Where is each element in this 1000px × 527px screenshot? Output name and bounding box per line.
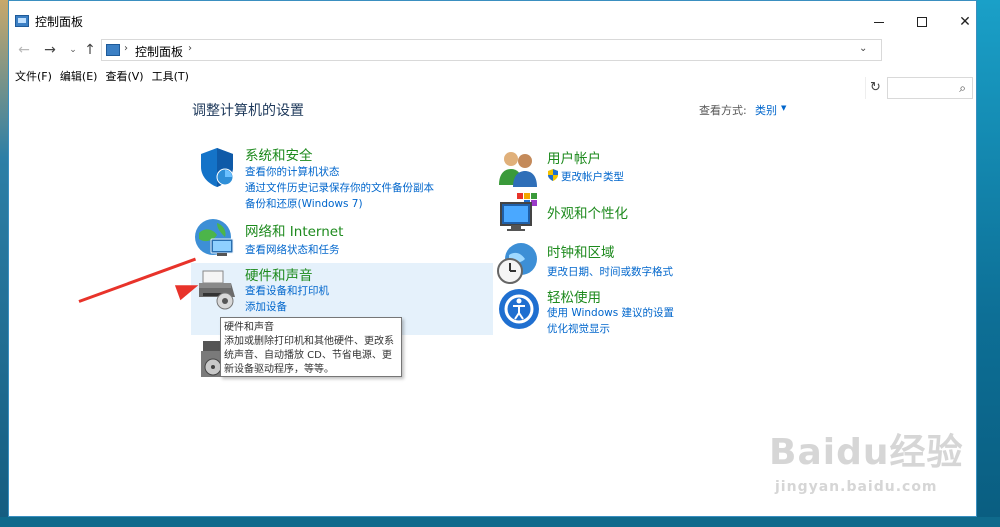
clock-globe-icon[interactable] xyxy=(495,241,539,285)
globe-network-icon[interactable] xyxy=(193,215,237,259)
link-optimize-visual-display[interactable]: 优化视觉显示 xyxy=(547,321,610,336)
up-button[interactable]: ↑ xyxy=(81,41,99,59)
address-path-field[interactable]: › 控制面板 › ⌄ xyxy=(101,39,882,61)
control-panel-path-icon xyxy=(106,44,120,56)
address-dropdown-icon[interactable]: ⌄ xyxy=(859,43,867,54)
monitor-icon[interactable] xyxy=(497,191,541,235)
menu-file[interactable]: 文件(F) xyxy=(9,65,52,85)
shield-icon[interactable] xyxy=(195,145,239,189)
baidu-watermark: Baidu经验 jingyan.baidu.com xyxy=(769,415,969,515)
link-change-date-time[interactable]: 更改日期、时间或数字格式 xyxy=(547,264,673,279)
category-network-internet[interactable]: 网络和 Internet xyxy=(245,220,343,240)
menu-tools[interactable]: 工具(T) xyxy=(146,65,189,85)
watermark-url: jingyan.baidu.com xyxy=(775,479,938,495)
menu-edit[interactable]: 编辑(E) xyxy=(54,65,98,85)
address-bar: ← → ⌄ ↑ › 控制面板 › ⌄ ↻ ⌕ xyxy=(9,39,976,99)
tooltip-title: 硬件和声音 xyxy=(224,322,274,333)
close-button[interactable]: ✕ xyxy=(945,9,985,35)
link-backup-restore[interactable]: 备份和还原(Windows 7) xyxy=(245,196,363,211)
desktop-bottom-strip xyxy=(0,517,1000,527)
category-ease-of-access[interactable]: 轻松使用 xyxy=(547,286,601,306)
menu-bar: 文件(F) 编辑(E) 查看(V) 工具(T) xyxy=(9,65,976,85)
uac-shield-icon xyxy=(548,169,558,181)
category-clock-region[interactable]: 时钟和区域 xyxy=(547,241,615,261)
minimize-icon xyxy=(874,21,884,23)
maximize-button[interactable] xyxy=(902,9,942,35)
category-appearance-personalization[interactable]: 外观和个性化 xyxy=(547,202,628,222)
link-devices-printers[interactable]: 查看设备和打印机 xyxy=(245,283,329,298)
link-change-account-type[interactable]: 更改帐户类型 xyxy=(561,169,624,184)
users-icon[interactable] xyxy=(497,147,541,191)
view-by-dropdown[interactable]: 类别 xyxy=(755,102,777,118)
menu-view[interactable]: 查看(V) xyxy=(99,65,143,85)
close-icon: ✕ xyxy=(959,14,971,30)
category-system-security[interactable]: 系统和安全 xyxy=(245,144,313,164)
link-add-device[interactable]: 添加设备 xyxy=(245,299,287,314)
link-file-history-backup[interactable]: 通过文件历史记录保存你的文件备份副本 xyxy=(245,180,434,195)
desktop-right-strip xyxy=(977,0,1000,527)
breadcrumb-control-panel[interactable]: 控制面板 xyxy=(135,43,183,60)
forward-button[interactable]: → xyxy=(41,41,59,59)
hardware-sound-tooltip: 硬件和声音 添加或删除打印机和其他硬件、更改系统声音、自动播放 CD、节省电源、… xyxy=(220,317,402,377)
view-by-label: 查看方式: xyxy=(699,104,747,117)
path-separator-chevron-icon[interactable]: › xyxy=(124,43,128,54)
link-windows-recommended-settings[interactable]: 使用 Windows 建议的设置 xyxy=(547,305,674,320)
maximize-icon xyxy=(917,17,927,27)
tooltip-body: 添加或删除打印机和其他硬件、更改系统声音、自动播放 CD、节省电源、更新设备驱动… xyxy=(224,336,394,375)
category-user-accounts[interactable]: 用户帐户 xyxy=(547,147,601,167)
recent-locations-button[interactable]: ⌄ xyxy=(64,41,82,59)
desktop-left-strip xyxy=(0,0,8,527)
watermark-logo-text: Baidu经验 xyxy=(769,432,964,473)
control-panel-icon xyxy=(15,15,29,27)
page-title: 调整计算机的设置 xyxy=(192,103,304,119)
ease-of-access-icon[interactable] xyxy=(497,287,541,331)
link-view-network-status[interactable]: 查看网络状态和任务 xyxy=(245,242,340,257)
window-title: 控制面板 xyxy=(35,15,84,29)
link-view-computer-status[interactable]: 查看你的计算机状态 xyxy=(245,164,340,179)
control-panel-window: 控制面板 ✕ ← → ⌄ ↑ › 控制面板 › ⌄ ↻ ⌕ 文件(F) 编辑(E… xyxy=(8,0,977,517)
back-button[interactable]: ← xyxy=(15,41,33,59)
category-hardware-sound[interactable]: 硬件和声音 xyxy=(245,264,313,284)
minimize-button[interactable] xyxy=(859,9,899,35)
title-bar[interactable]: 控制面板 ✕ xyxy=(9,1,976,39)
printer-icon[interactable] xyxy=(195,267,239,311)
view-by-chevron-icon[interactable]: ▼ xyxy=(781,104,786,112)
path-separator-chevron-icon[interactable]: › xyxy=(188,43,192,54)
main-content: 调整计算机的设置 查看方式: 类别 ▼ 系统和安全 查看你的计算机状态 通过文件… xyxy=(9,85,976,518)
